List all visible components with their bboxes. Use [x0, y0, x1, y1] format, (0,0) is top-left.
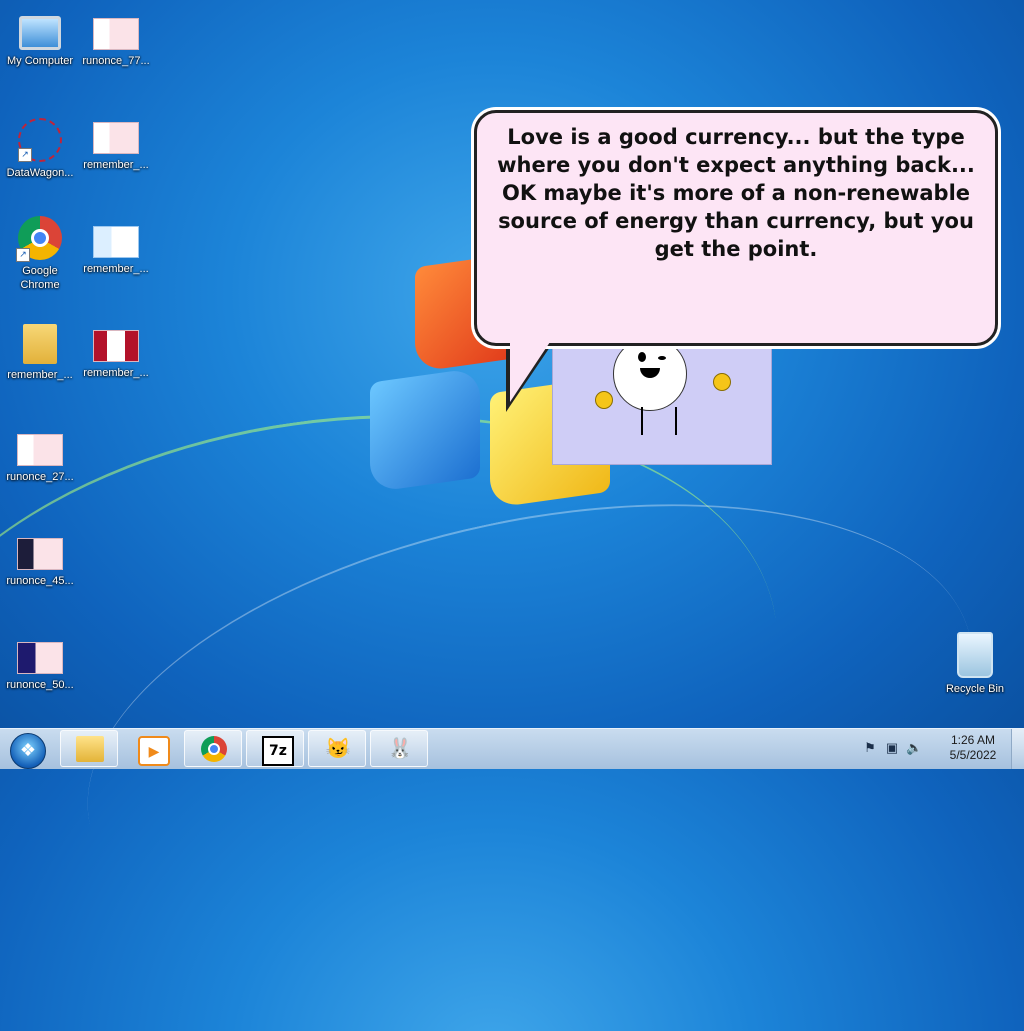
image-file-icon: [93, 330, 139, 362]
taskbar-media-player-button[interactable]: ▶: [122, 730, 180, 767]
speech-bubble-tail-fill: [510, 342, 550, 402]
explorer-icon: [76, 736, 104, 762]
chrome-icon: [201, 736, 227, 762]
desktop-icon-label: remember_...: [83, 263, 149, 275]
action-center-icon[interactable]: ⚑: [862, 740, 878, 756]
character-window[interactable]: [552, 330, 772, 465]
desktop-icon-label: runonce_45...: [6, 575, 74, 587]
character-leg: [675, 407, 677, 435]
shortcut-arrow-icon: ↗: [18, 148, 32, 162]
desktop-icon-label: Google Chrome: [20, 265, 60, 291]
desktop-icon-remember-folder[interactable]: remember_...: [2, 316, 78, 382]
desktop-icon-remember-2[interactable]: remember_...: [78, 212, 154, 276]
clock-time: 1:26 AM: [950, 733, 996, 747]
speech-bubble-text: Love is a good currency... but the type …: [497, 125, 975, 261]
desktop-icon-label: Recycle Bin: [945, 683, 1005, 695]
computer-icon: [19, 16, 61, 50]
speech-bubble: Love is a good currency... but the type …: [474, 110, 998, 346]
desktop-icon-label: remember_...: [83, 367, 149, 379]
desktop-icon-runonce-27[interactable]: runonce_27...: [2, 420, 78, 484]
shortcut-arrow-icon: ↗: [16, 248, 30, 262]
character-hand: [595, 391, 613, 409]
taskbar-7zip-button[interactable]: 7z: [246, 730, 304, 767]
image-file-icon: [17, 434, 63, 466]
desktop-icon-runonce-77[interactable]: runonce_77...: [78, 4, 154, 68]
character-eye: [638, 352, 646, 362]
bunny-app-icon: 🐰: [387, 738, 413, 760]
recycle-bin-icon: [957, 632, 993, 678]
desktop-icon-label: My Computer: [6, 55, 74, 67]
taskbar: ▶ 7z 😼 🐰 ⚑ ▣ 🔈 1:26 AM 5/5/2022: [0, 728, 1024, 769]
windows-orb-icon: [10, 733, 46, 769]
desktop-icon-label: remember_...: [83, 159, 149, 171]
desktop-icon-runonce-50[interactable]: runonce_50...: [2, 628, 78, 692]
desktop-icon-label: runonce_77...: [82, 55, 150, 67]
cat-app-icon: 😼: [325, 738, 351, 760]
desktop-icon-recycle-bin[interactable]: Recycle Bin: [937, 624, 1013, 696]
start-button[interactable]: [2, 731, 52, 769]
character-hand: [713, 373, 731, 391]
desktop-icon-remember-3[interactable]: remember_...: [78, 316, 154, 380]
chrome-icon: ↗: [16, 216, 62, 262]
image-file-icon: [17, 538, 63, 570]
media-player-icon: ▶: [138, 736, 170, 766]
desktop-icon-label: DataWagon...: [6, 167, 74, 179]
image-file-icon: [93, 122, 139, 154]
character-eye: [658, 356, 666, 360]
desktop-icon-remember-1[interactable]: remember_...: [78, 108, 154, 172]
desktop-icon-datawagon[interactable]: ↗ DataWagon...: [2, 108, 78, 180]
show-desktop-button[interactable]: [1011, 729, 1024, 769]
image-file-icon: [93, 226, 139, 258]
clock-date: 5/5/2022: [949, 748, 997, 762]
folder-icon: [23, 324, 57, 364]
character-body: [613, 337, 687, 411]
taskbar-bunny-app-button[interactable]: 🐰: [370, 730, 428, 767]
character-mouth: [640, 368, 660, 378]
taskbar-cat-app-button[interactable]: 😼: [308, 730, 366, 767]
desktop-icon-runonce-45[interactable]: runonce_45...: [2, 524, 78, 588]
desktop-icon-my-computer[interactable]: My Computer: [2, 4, 78, 68]
desktop-icon-label: remember_...: [7, 369, 73, 381]
datawagon-icon: ↗: [18, 118, 62, 162]
desktop-icon-label: runonce_50...: [6, 679, 74, 691]
taskbar-chrome-button[interactable]: [184, 730, 242, 767]
taskbar-clock[interactable]: 1:26 AM 5/5/2022: [938, 733, 1008, 763]
character-leg: [641, 407, 643, 435]
network-icon[interactable]: ▣: [884, 740, 900, 756]
volume-icon[interactable]: 🔈: [906, 740, 922, 756]
7zip-icon: 7z: [262, 736, 294, 766]
desktop-icon-google-chrome[interactable]: ↗ Google Chrome: [2, 208, 78, 292]
system-tray: ⚑ ▣ 🔈: [862, 739, 928, 759]
desktop-icon-label: runonce_27...: [6, 471, 74, 483]
image-file-icon: [17, 642, 63, 674]
taskbar-explorer-button[interactable]: [60, 730, 118, 767]
image-file-icon: [93, 18, 139, 50]
